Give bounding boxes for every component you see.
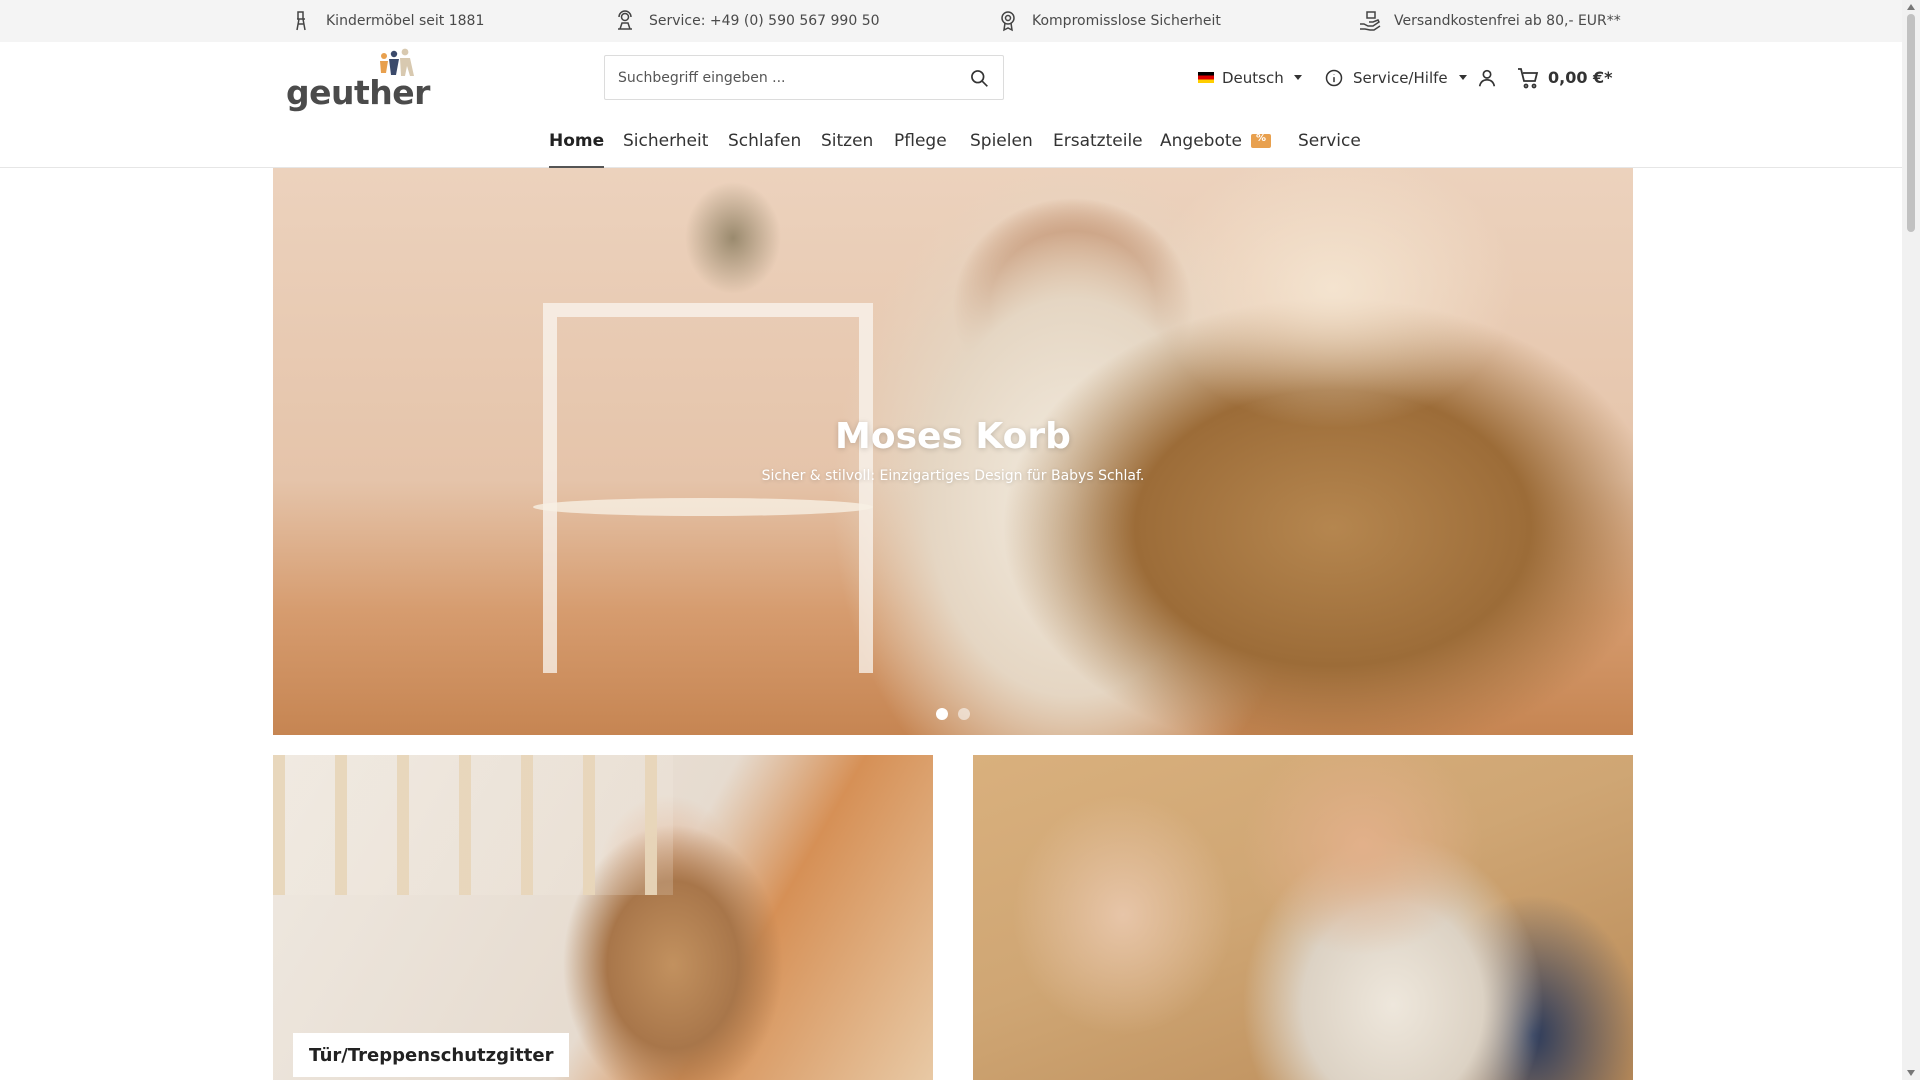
slider-dots (936, 708, 970, 720)
category-tile-safety-gates[interactable]: Tür/Treppenschutzgitter (273, 755, 933, 1080)
award-icon (1001, 11, 1015, 32)
usp-bar: Kindermöbel seit 1881 Service: +49 (0) 5… (0, 0, 1902, 42)
nav-item-service[interactable]: Service (1298, 114, 1361, 168)
chevron-down-icon (1293, 75, 1302, 80)
language-selector[interactable]: Deutsch (1198, 55, 1302, 100)
nav-item-home[interactable]: Home (549, 114, 605, 168)
nav-item-pflege[interactable]: Pflege (894, 114, 947, 168)
search-icon (971, 69, 988, 87)
search-input[interactable] (605, 56, 955, 99)
usp-item: Kompromisslose Sicherheit (996, 0, 1221, 42)
info-icon (1325, 69, 1343, 86)
service-help-dropdown[interactable]: Service/Hilfe (1324, 55, 1467, 100)
nav-item-sitzen[interactable]: Sitzen (821, 114, 873, 168)
search-box (604, 55, 1004, 100)
usp-label: Kompromisslose Sicherheit (1032, 13, 1221, 29)
usp-item: Versandkostenfrei ab 80,- EUR** (1358, 0, 1621, 42)
delivery-hand-icon (1360, 11, 1381, 31)
tile-image-decor (273, 755, 673, 895)
hero-title: Moses Korb (835, 416, 1071, 457)
site-header: geuther Deutsch Service/Hilfe 0,00 €* (0, 42, 1902, 168)
usp-item: Kindermöbel seit 1881 (290, 0, 484, 42)
account-button[interactable] (1474, 55, 1500, 100)
nav-item-sicherheit[interactable]: Sicherheit (623, 114, 708, 168)
scrollbar-thumb[interactable] (1907, 14, 1915, 232)
logo[interactable]: geuther (286, 48, 430, 112)
hero-image-decor (543, 303, 873, 673)
cart-total: 0,00 €* (1548, 68, 1613, 87)
nav-item-schlafen[interactable]: Schlafen (728, 114, 801, 168)
category-tile-highchairs[interactable] (973, 755, 1633, 1080)
cart-button[interactable]: 0,00 €* (1516, 55, 1613, 100)
page-scrollbar[interactable] (1902, 0, 1920, 1080)
slider-dot-1[interactable] (936, 708, 948, 720)
language-label: Deutsch (1222, 68, 1284, 87)
hero-slider[interactable]: Moses Korb Sicher & stilvoll: Einzigarti… (273, 168, 1633, 735)
main-navigation: Home Sicherheit Schlafen Sitzen Pflege S… (0, 114, 1902, 168)
nav-item-spielen[interactable]: Spielen (970, 114, 1033, 168)
support-agent-icon (618, 10, 632, 30)
user-icon (1478, 69, 1496, 86)
usp-item: Service: +49 (0) 590 567 990 50 (613, 0, 880, 42)
highchair-icon (296, 11, 306, 31)
usp-label: Versandkostenfrei ab 80,- EUR** (1394, 13, 1621, 29)
hero-image-decor (533, 498, 873, 516)
slider-dot-2[interactable] (958, 708, 970, 720)
nav-item-ersatzteile[interactable]: Ersatzteile (1053, 114, 1143, 168)
service-help-label: Service/Hilfe (1353, 68, 1448, 87)
tile-label[interactable]: Tür/Treppenschutzgitter (293, 1033, 570, 1077)
usp-label: Service: +49 (0) 590 567 990 50 (649, 13, 880, 29)
sale-badge-icon (1250, 133, 1271, 148)
cart-icon (1518, 67, 1539, 88)
logo-text: geuther (286, 73, 430, 112)
usp-label: Kindermöbel seit 1881 (326, 13, 485, 29)
hero-subtitle: Sicher & stilvoll: Einzigartiges Design … (761, 468, 1145, 484)
scroll-up-icon[interactable] (1907, 4, 1915, 10)
scroll-down-icon[interactable] (1907, 1070, 1915, 1076)
nav-item-angebote[interactable]: Angebote (1160, 114, 1271, 168)
search-button[interactable] (955, 56, 1003, 99)
nav-item-label: Angebote (1160, 131, 1242, 151)
chevron-down-icon (1458, 75, 1467, 80)
de-flag-icon (1198, 72, 1214, 83)
